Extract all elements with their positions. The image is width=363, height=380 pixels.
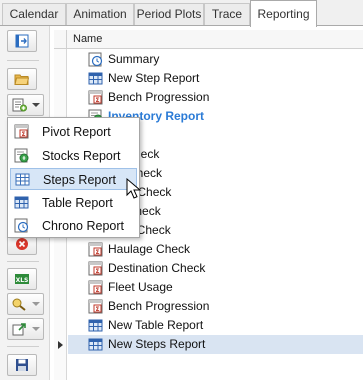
chevron-down-icon [32, 103, 40, 107]
svg-text:Σ: Σ [95, 306, 99, 313]
steps-report-icon [15, 172, 30, 187]
table-report-icon [88, 71, 103, 86]
column-header-name[interactable]: Name [73, 33, 102, 45]
table-report-icon [88, 318, 103, 333]
search-split-button[interactable] [7, 293, 44, 315]
tab-animation[interactable]: Animation [66, 3, 134, 26]
toolbar-separator [7, 261, 39, 262]
mouse-cursor-icon [126, 178, 142, 200]
svg-text:Σ: Σ [95, 249, 99, 256]
svg-text:Σ: Σ [95, 97, 99, 104]
row-label: New Table Report [108, 318, 204, 332]
table-report-icon [88, 337, 103, 352]
pivot-report-icon: Σ [88, 90, 103, 105]
row-label: Haulage Check [108, 242, 191, 256]
search-icon [11, 297, 27, 311]
table-row[interactable]: New Step Report [68, 69, 363, 88]
table-row[interactable]: New Steps Report [68, 335, 363, 354]
chrono-report-icon [14, 218, 29, 233]
row-label: New Steps Report [108, 337, 206, 351]
toolbar-separator [7, 346, 39, 347]
export-excel-button[interactable]: XLS [7, 268, 37, 290]
menu-item-pivot-report[interactable]: Σ Pivot Report [10, 121, 137, 143]
save-button[interactable] [7, 354, 37, 376]
new-report-split-button[interactable] [7, 94, 44, 116]
pivot-report-icon: Σ [14, 124, 29, 139]
svg-text:Σ: Σ [21, 131, 25, 138]
tab-calendar[interactable]: Calendar [2, 3, 66, 26]
chevron-down-icon [32, 327, 40, 331]
table-row[interactable]: New Table Report [68, 316, 363, 335]
menu-item-chrono-report[interactable]: Chrono Report [10, 215, 137, 237]
menu-item-label: Stocks Report [42, 148, 121, 163]
table-row[interactable]: Σ Haulage Check [68, 240, 363, 259]
open-button[interactable] [7, 68, 37, 90]
collapse-panel-button[interactable] [7, 30, 37, 52]
grid-corner [54, 30, 67, 49]
tab-reporting[interactable]: Reporting [250, 0, 317, 27]
save-icon [15, 358, 29, 372]
collapse-panel-icon [15, 34, 29, 48]
row-label: Summary [108, 52, 160, 66]
new-report-menu: Σ Pivot Report Stocks Report Steps Report Ta… [7, 117, 140, 238]
pivot-report-icon: Σ [88, 261, 103, 276]
menu-item-steps-report[interactable]: Steps Report [10, 168, 137, 190]
row-label: Fleet Usage [108, 280, 173, 294]
current-row-icon [58, 341, 63, 349]
menu-item-label: Pivot Report [42, 125, 111, 139]
delete-icon [15, 237, 29, 251]
tab-trace[interactable]: Trace [204, 3, 250, 26]
menu-item-label: Steps Report [43, 173, 116, 187]
folder-open-icon [14, 72, 30, 86]
table-row[interactable]: Σ Destination Check [68, 259, 363, 278]
clock-report-icon [88, 52, 103, 67]
row-label: Bench Progression [108, 90, 210, 104]
menu-item-stocks-report[interactable]: Stocks Report [10, 145, 137, 167]
table-row[interactable]: Σ Bench Progression [68, 297, 363, 316]
tab-period-plots[interactable]: Period Plots [134, 3, 204, 26]
menu-item-label: Chrono Report [42, 219, 124, 233]
stocks-report-icon [14, 148, 29, 163]
new-report-icon [11, 98, 27, 112]
table-report-icon [14, 195, 29, 210]
table-row[interactable]: Summary [68, 50, 363, 69]
svg-text:Σ: Σ [95, 268, 99, 275]
row-label: New Step Report [108, 71, 200, 85]
table-row[interactable]: Σ Fleet Usage [68, 278, 363, 297]
tab-strip: Calendar Animation Period Plots Trace Re… [0, 0, 363, 27]
svg-text:Σ: Σ [95, 287, 99, 294]
export-split-button[interactable] [7, 318, 44, 340]
menu-item-label: Table Report [42, 195, 113, 210]
pivot-report-icon: Σ [88, 242, 103, 257]
pivot-report-icon: Σ [88, 299, 103, 314]
table-row[interactable]: Σ Bench Progression [68, 88, 363, 107]
chevron-down-icon [32, 302, 40, 306]
row-label: Destination Check [108, 261, 206, 275]
row-label: Bench Progression [108, 299, 210, 313]
menu-item-table-report[interactable]: Table Report [10, 192, 137, 214]
export-icon [11, 322, 27, 336]
pivot-report-icon: Σ [88, 280, 103, 295]
grid-header: Name [54, 30, 363, 49]
toolbar-separator [7, 60, 39, 61]
excel-icon: XLS [14, 272, 30, 286]
svg-text:XLS: XLS [16, 277, 29, 284]
